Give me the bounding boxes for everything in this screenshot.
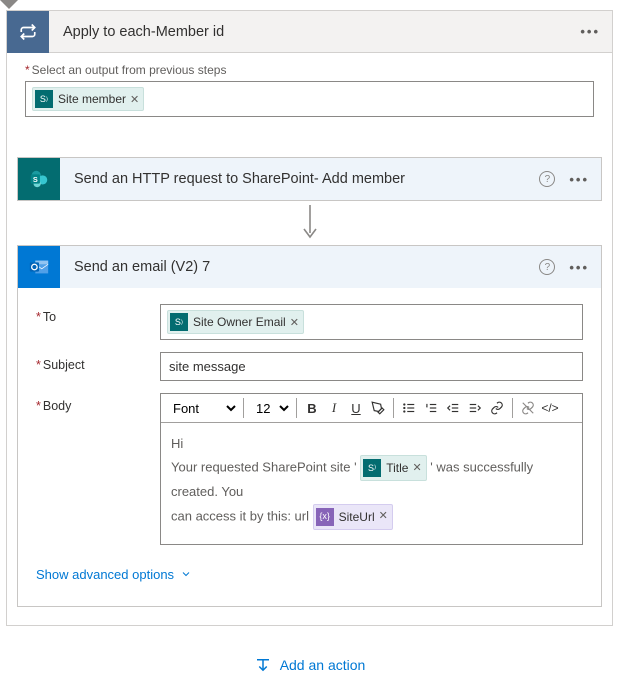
send-email-title: Send an email (V2) 7 [60, 259, 539, 275]
add-action-icon [254, 656, 272, 674]
rich-text-editor: Font 12 B I U [160, 393, 583, 545]
http-request-menu[interactable]: ••• [569, 172, 589, 187]
siteurl-pill[interactable]: {x} SiteUrl ✕ [313, 504, 393, 530]
expression-icon: {x} [316, 508, 334, 526]
add-action-row: Add an action [0, 626, 619, 687]
subject-input[interactable] [160, 352, 583, 381]
site-member-pill[interactable]: S⟩ Site member ✕ [32, 87, 144, 111]
underline-button[interactable]: U [345, 396, 367, 420]
http-request-card: S Send an HTTP request to SharePoint- Ad… [17, 157, 602, 201]
flow-arrow-top [0, 0, 619, 10]
remove-pill-icon[interactable]: ✕ [412, 459, 421, 478]
bullets-button[interactable] [398, 396, 420, 420]
show-advanced-options[interactable]: Show advanced options [18, 551, 210, 600]
numbered-list-button[interactable] [420, 396, 442, 420]
help-icon[interactable]: ? [539, 171, 555, 187]
svg-text:S: S [33, 175, 38, 184]
remove-pill-icon[interactable]: ✕ [379, 507, 388, 526]
pill-label: SiteUrl [339, 507, 375, 527]
apply-to-each-card: Apply to each-Member id ••• *Select an o… [6, 10, 613, 626]
link-button[interactable] [486, 396, 508, 420]
indent-button[interactable] [464, 396, 486, 420]
sharepoint-icon: S⟩ [363, 459, 381, 477]
send-email-header[interactable]: Send an email (V2) 7 ? ••• [18, 246, 601, 288]
bold-button[interactable]: B [301, 396, 323, 420]
add-action-label: Add an action [280, 657, 366, 673]
http-request-title: Send an HTTP request to SharePoint- Add … [60, 171, 539, 187]
sharepoint-icon: S⟩ [170, 313, 188, 331]
select-output-input[interactable]: S⟩ Site member ✕ [25, 81, 594, 117]
add-action-button[interactable]: Add an action [254, 656, 366, 674]
to-label: *To [36, 304, 160, 324]
remove-pill-icon[interactable]: ✕ [130, 93, 139, 106]
apply-to-each-header[interactable]: Apply to each-Member id ••• [7, 11, 612, 53]
send-email-menu[interactable]: ••• [569, 260, 589, 275]
pill-label: Site Owner Email [193, 315, 286, 329]
body-text: Hi [171, 436, 183, 451]
outdent-button[interactable] [442, 396, 464, 420]
remove-pill-icon[interactable]: ✕ [290, 316, 299, 329]
sharepoint-icon: S⟩ [35, 90, 53, 108]
font-size-select[interactable]: 12 [248, 398, 292, 419]
title-pill[interactable]: S⟩ Title ✕ [360, 455, 426, 481]
pill-label: Title [386, 458, 408, 478]
body-text: Your requested SharePoint site ' [171, 460, 357, 475]
send-email-card: Send an email (V2) 7 ? ••• *To S⟩ Site O… [17, 245, 602, 607]
rte-body[interactable]: Hi Your requested SharePoint site ' S⟩ T… [161, 423, 582, 544]
font-select[interactable]: Font [165, 398, 239, 419]
site-owner-email-pill[interactable]: S⟩ Site Owner Email ✕ [167, 310, 304, 334]
body-label: *Body [36, 393, 160, 413]
sharepoint-connector-icon: S [18, 158, 60, 200]
subject-label: *Subject [36, 352, 160, 372]
http-request-header[interactable]: S Send an HTTP request to SharePoint- Ad… [18, 158, 601, 200]
flow-arrow-connector [7, 205, 612, 241]
italic-button[interactable]: I [323, 396, 345, 420]
outlook-icon [18, 246, 60, 288]
loop-icon [7, 11, 49, 53]
chevron-down-icon [180, 568, 192, 580]
apply-to-each-menu[interactable]: ••• [580, 24, 600, 39]
to-input[interactable]: S⟩ Site Owner Email ✕ [160, 304, 583, 340]
rte-toolbar: Font 12 B I U [161, 394, 582, 423]
select-output-label: *Select an output from previous steps [25, 63, 594, 77]
apply-to-each-title: Apply to each-Member id [49, 24, 580, 40]
body-text: can access it by this: url [171, 508, 309, 523]
clear-format-button[interactable] [517, 396, 539, 420]
code-view-button[interactable]: </> [539, 396, 561, 420]
highlight-button[interactable] [367, 396, 389, 420]
help-icon[interactable]: ? [539, 259, 555, 275]
site-member-label: Site member [58, 92, 126, 106]
